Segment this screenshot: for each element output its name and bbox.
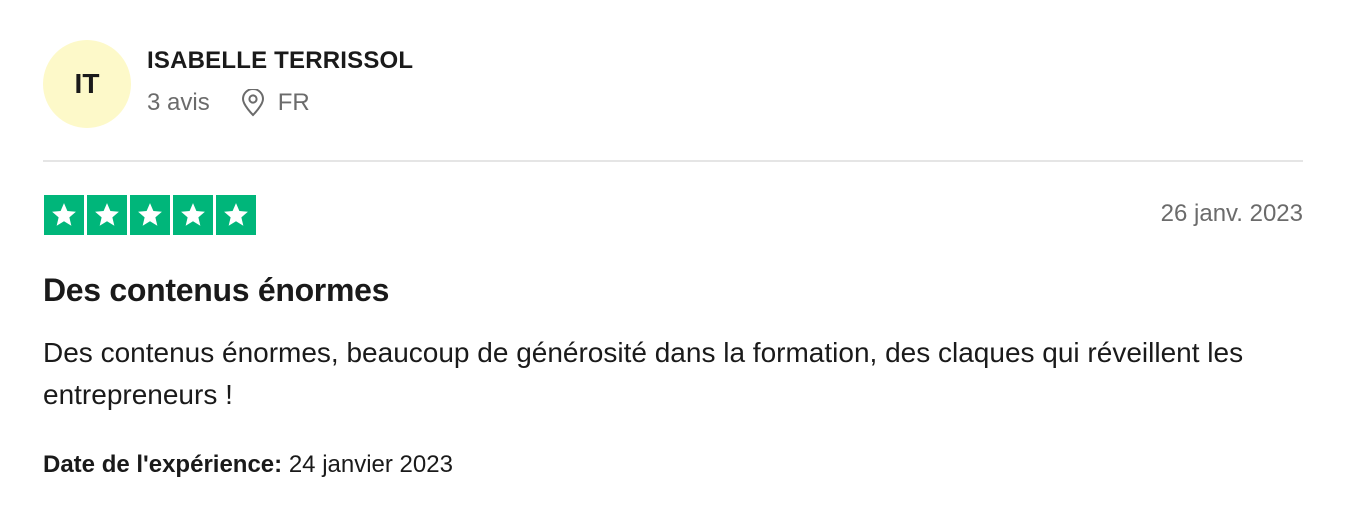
review-count: 3 avis <box>147 89 210 116</box>
star-icon <box>44 195 84 235</box>
experience-label: Date de l'expérience: <box>43 451 283 478</box>
reviewer-info: ISABELLE TERRISSOL 3 avis FR <box>147 40 413 118</box>
review-date: 26 janv. 2023 <box>1160 200 1303 227</box>
review-body: Des contenus énormes, beaucoup de généro… <box>43 337 1244 410</box>
star-icon <box>173 195 213 235</box>
divider <box>43 160 1303 162</box>
reviewer-country: FR <box>277 89 310 116</box>
star-icon <box>130 195 170 235</box>
experience-date: 24 janvier 2023 <box>288 451 453 478</box>
review-card: IT ISABELLE TERRISSOL 3 avis FR 26 janv.… <box>43 40 1303 478</box>
star-icon <box>87 195 127 235</box>
avatar[interactable]: IT <box>43 40 131 128</box>
reviewer-header: IT ISABELLE TERRISSOL 3 avis FR <box>43 40 1303 130</box>
star-rating <box>44 195 256 235</box>
experience-date-row: Date de l'expérience: 24 janvier 2023 <box>43 450 453 480</box>
rating-row: 26 janv. 2023 <box>43 195 1303 236</box>
star-icon <box>216 195 256 235</box>
reviewer-name[interactable]: ISABELLE TERRISSOL <box>147 46 413 76</box>
location-pin-icon <box>240 89 266 117</box>
reviewer-meta: 3 avis FR <box>147 88 413 118</box>
avatar-initials: IT <box>74 68 100 99</box>
review-title[interactable]: Des contenus énormes <box>43 270 389 310</box>
